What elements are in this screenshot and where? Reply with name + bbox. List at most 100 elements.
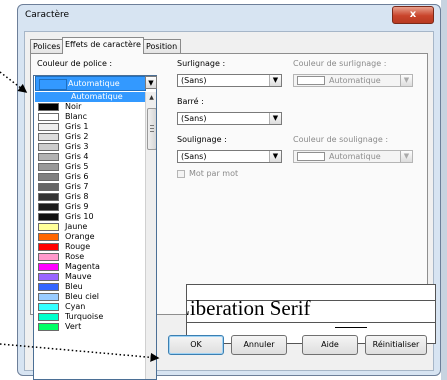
color-option-gris-4[interactable]: Gris 4 bbox=[35, 152, 145, 162]
color-option-label: Cyan bbox=[65, 302, 86, 311]
underline-color-label: Couleur de soulignage : bbox=[293, 135, 389, 144]
color-option-gris-8[interactable]: Gris 8 bbox=[35, 192, 145, 202]
color-swatch bbox=[38, 163, 59, 171]
color-swatch bbox=[38, 113, 59, 121]
color-option-rose[interactable]: Rose bbox=[35, 252, 145, 262]
cancel-button[interactable]: Annuler bbox=[231, 335, 287, 355]
color-option-vert[interactable]: Vert bbox=[35, 322, 145, 332]
color-option-noir[interactable]: Noir bbox=[35, 102, 145, 112]
color-option-label: Mauve bbox=[65, 272, 92, 281]
color-list: Automatique Noir Blanc Gris 1 Gris 2 Gris 3 Gr… bbox=[35, 92, 145, 332]
grip-line bbox=[150, 125, 154, 126]
color-swatch bbox=[38, 253, 59, 261]
tab-polices[interactable]: Polices bbox=[30, 39, 63, 53]
help-button[interactable]: Aide bbox=[302, 335, 358, 355]
underline-label: Soulignage : bbox=[177, 135, 227, 144]
word-by-word-label: Mot par mot bbox=[189, 169, 239, 178]
color-option-label: Gris 6 bbox=[65, 172, 89, 181]
color-swatch bbox=[38, 223, 59, 231]
color-swatch bbox=[38, 293, 59, 301]
color-swatch bbox=[38, 263, 59, 271]
tab-effets-label: Effets de caractère bbox=[65, 40, 141, 49]
color-swatch bbox=[38, 273, 59, 281]
overline-color-label: Couleur de surlignage : bbox=[293, 59, 387, 68]
color-option-turquoise[interactable]: Turquoise bbox=[35, 312, 145, 322]
color-option-label: Gris 8 bbox=[65, 192, 89, 201]
color-swatch bbox=[38, 173, 59, 181]
dialog-title: Caractère bbox=[25, 10, 70, 20]
color-option-bleu[interactable]: Bleu bbox=[35, 282, 145, 292]
strikethrough-value: (Sans) bbox=[181, 114, 207, 123]
color-option-gris-1[interactable]: Gris 1 bbox=[35, 122, 145, 132]
tab-position-label: Position bbox=[146, 42, 178, 51]
color-swatch bbox=[38, 123, 59, 131]
color-option-label: Gris 2 bbox=[65, 132, 89, 141]
font-color-dropdown[interactable]: Automatique Automatique Noir Blanc Gris 1 Gr… bbox=[33, 75, 157, 380]
scroll-thumb[interactable] bbox=[147, 108, 156, 150]
grip-line bbox=[150, 128, 154, 129]
color-option-label: Gris 7 bbox=[65, 182, 89, 191]
chevron-down-icon: ▼ bbox=[400, 151, 412, 162]
tab-effets-de-caractere[interactable]: Effets de caractère bbox=[62, 37, 144, 54]
preview-cursor-line bbox=[335, 327, 367, 328]
color-swatch bbox=[38, 303, 59, 311]
color-swatch bbox=[38, 233, 59, 241]
overline-color-select[interactable]: Automatique ▼ bbox=[293, 74, 413, 87]
strikethrough-select[interactable]: (Sans) ▼ bbox=[177, 112, 282, 125]
color-swatch bbox=[38, 283, 59, 291]
tab-position[interactable]: Position bbox=[143, 39, 181, 53]
color-option-rouge[interactable]: Rouge bbox=[35, 242, 145, 252]
color-option-gris-10[interactable]: Gris 10 bbox=[35, 212, 145, 222]
overline-value: (Sans) bbox=[181, 76, 207, 85]
underline-color-select[interactable]: Automatique ▼ bbox=[293, 150, 413, 163]
chevron-down-icon: ▼ bbox=[269, 151, 281, 162]
color-option-gris-3[interactable]: Gris 3 bbox=[35, 142, 145, 152]
overline-select[interactable]: (Sans) ▼ bbox=[177, 74, 282, 87]
color-option-blanc[interactable]: Blanc bbox=[35, 112, 145, 122]
color-swatch bbox=[38, 313, 59, 321]
color-swatch bbox=[297, 76, 325, 85]
color-swatch bbox=[38, 103, 59, 111]
scroll-up-icon[interactable]: ▲ bbox=[146, 92, 156, 103]
color-option-magenta[interactable]: Magenta bbox=[35, 262, 145, 272]
color-option-mauve[interactable]: Mauve bbox=[35, 272, 145, 282]
color-option-gris-2[interactable]: Gris 2 bbox=[35, 132, 145, 142]
color-swatch bbox=[38, 143, 59, 151]
preview-baseline-bottom bbox=[187, 322, 435, 323]
color-swatch bbox=[38, 203, 59, 211]
chevron-down-icon: ▼ bbox=[269, 75, 281, 86]
color-option-label: Jaune bbox=[65, 222, 88, 231]
color-option-label: Rouge bbox=[65, 242, 91, 251]
color-option-gris-9[interactable]: Gris 9 bbox=[35, 202, 145, 212]
color-option-label: Blanc bbox=[65, 112, 88, 121]
color-swatch bbox=[38, 213, 59, 221]
color-option-gris-6[interactable]: Gris 6 bbox=[35, 172, 145, 182]
dropdown-arrow-button[interactable]: ▼ bbox=[145, 76, 157, 89]
color-option-gris-7[interactable]: Gris 7 bbox=[35, 182, 145, 192]
color-option-label: Gris 1 bbox=[65, 122, 89, 131]
color-option-orange[interactable]: Orange bbox=[35, 232, 145, 242]
overline-color-value: Automatique bbox=[329, 76, 381, 85]
color-option-label: Orange bbox=[65, 232, 95, 241]
color-option-gris-5[interactable]: Gris 5 bbox=[35, 162, 145, 172]
color-swatch bbox=[38, 153, 59, 161]
underline-select[interactable]: (Sans) ▼ bbox=[177, 150, 282, 163]
color-option-label: Gris 3 bbox=[65, 142, 89, 151]
chevron-down-icon: ▼ bbox=[269, 113, 281, 124]
reset-button[interactable]: Réinitialiser bbox=[365, 335, 427, 355]
color-list-scrollbar[interactable]: ▲ bbox=[145, 92, 156, 379]
ok-button[interactable]: OK bbox=[168, 335, 224, 355]
word-by-word-checkbox[interactable] bbox=[177, 170, 185, 178]
color-swatch bbox=[39, 79, 67, 90]
font-color-select[interactable]: Automatique bbox=[35, 76, 146, 91]
close-button[interactable]: x bbox=[392, 6, 434, 24]
color-option-bleu-ciel[interactable]: Bleu ciel bbox=[35, 292, 145, 302]
chevron-down-icon: ▼ bbox=[148, 79, 154, 87]
color-option-label: Rose bbox=[65, 252, 85, 261]
color-option-label: Gris 9 bbox=[65, 202, 89, 211]
color-option-jaune[interactable]: Jaune bbox=[35, 222, 145, 232]
color-option-automatique[interactable]: Automatique bbox=[35, 92, 145, 102]
color-option-cyan[interactable]: Cyan bbox=[35, 302, 145, 312]
color-option-label: Bleu ciel bbox=[65, 292, 100, 301]
font-color-value: Automatique bbox=[68, 79, 120, 88]
